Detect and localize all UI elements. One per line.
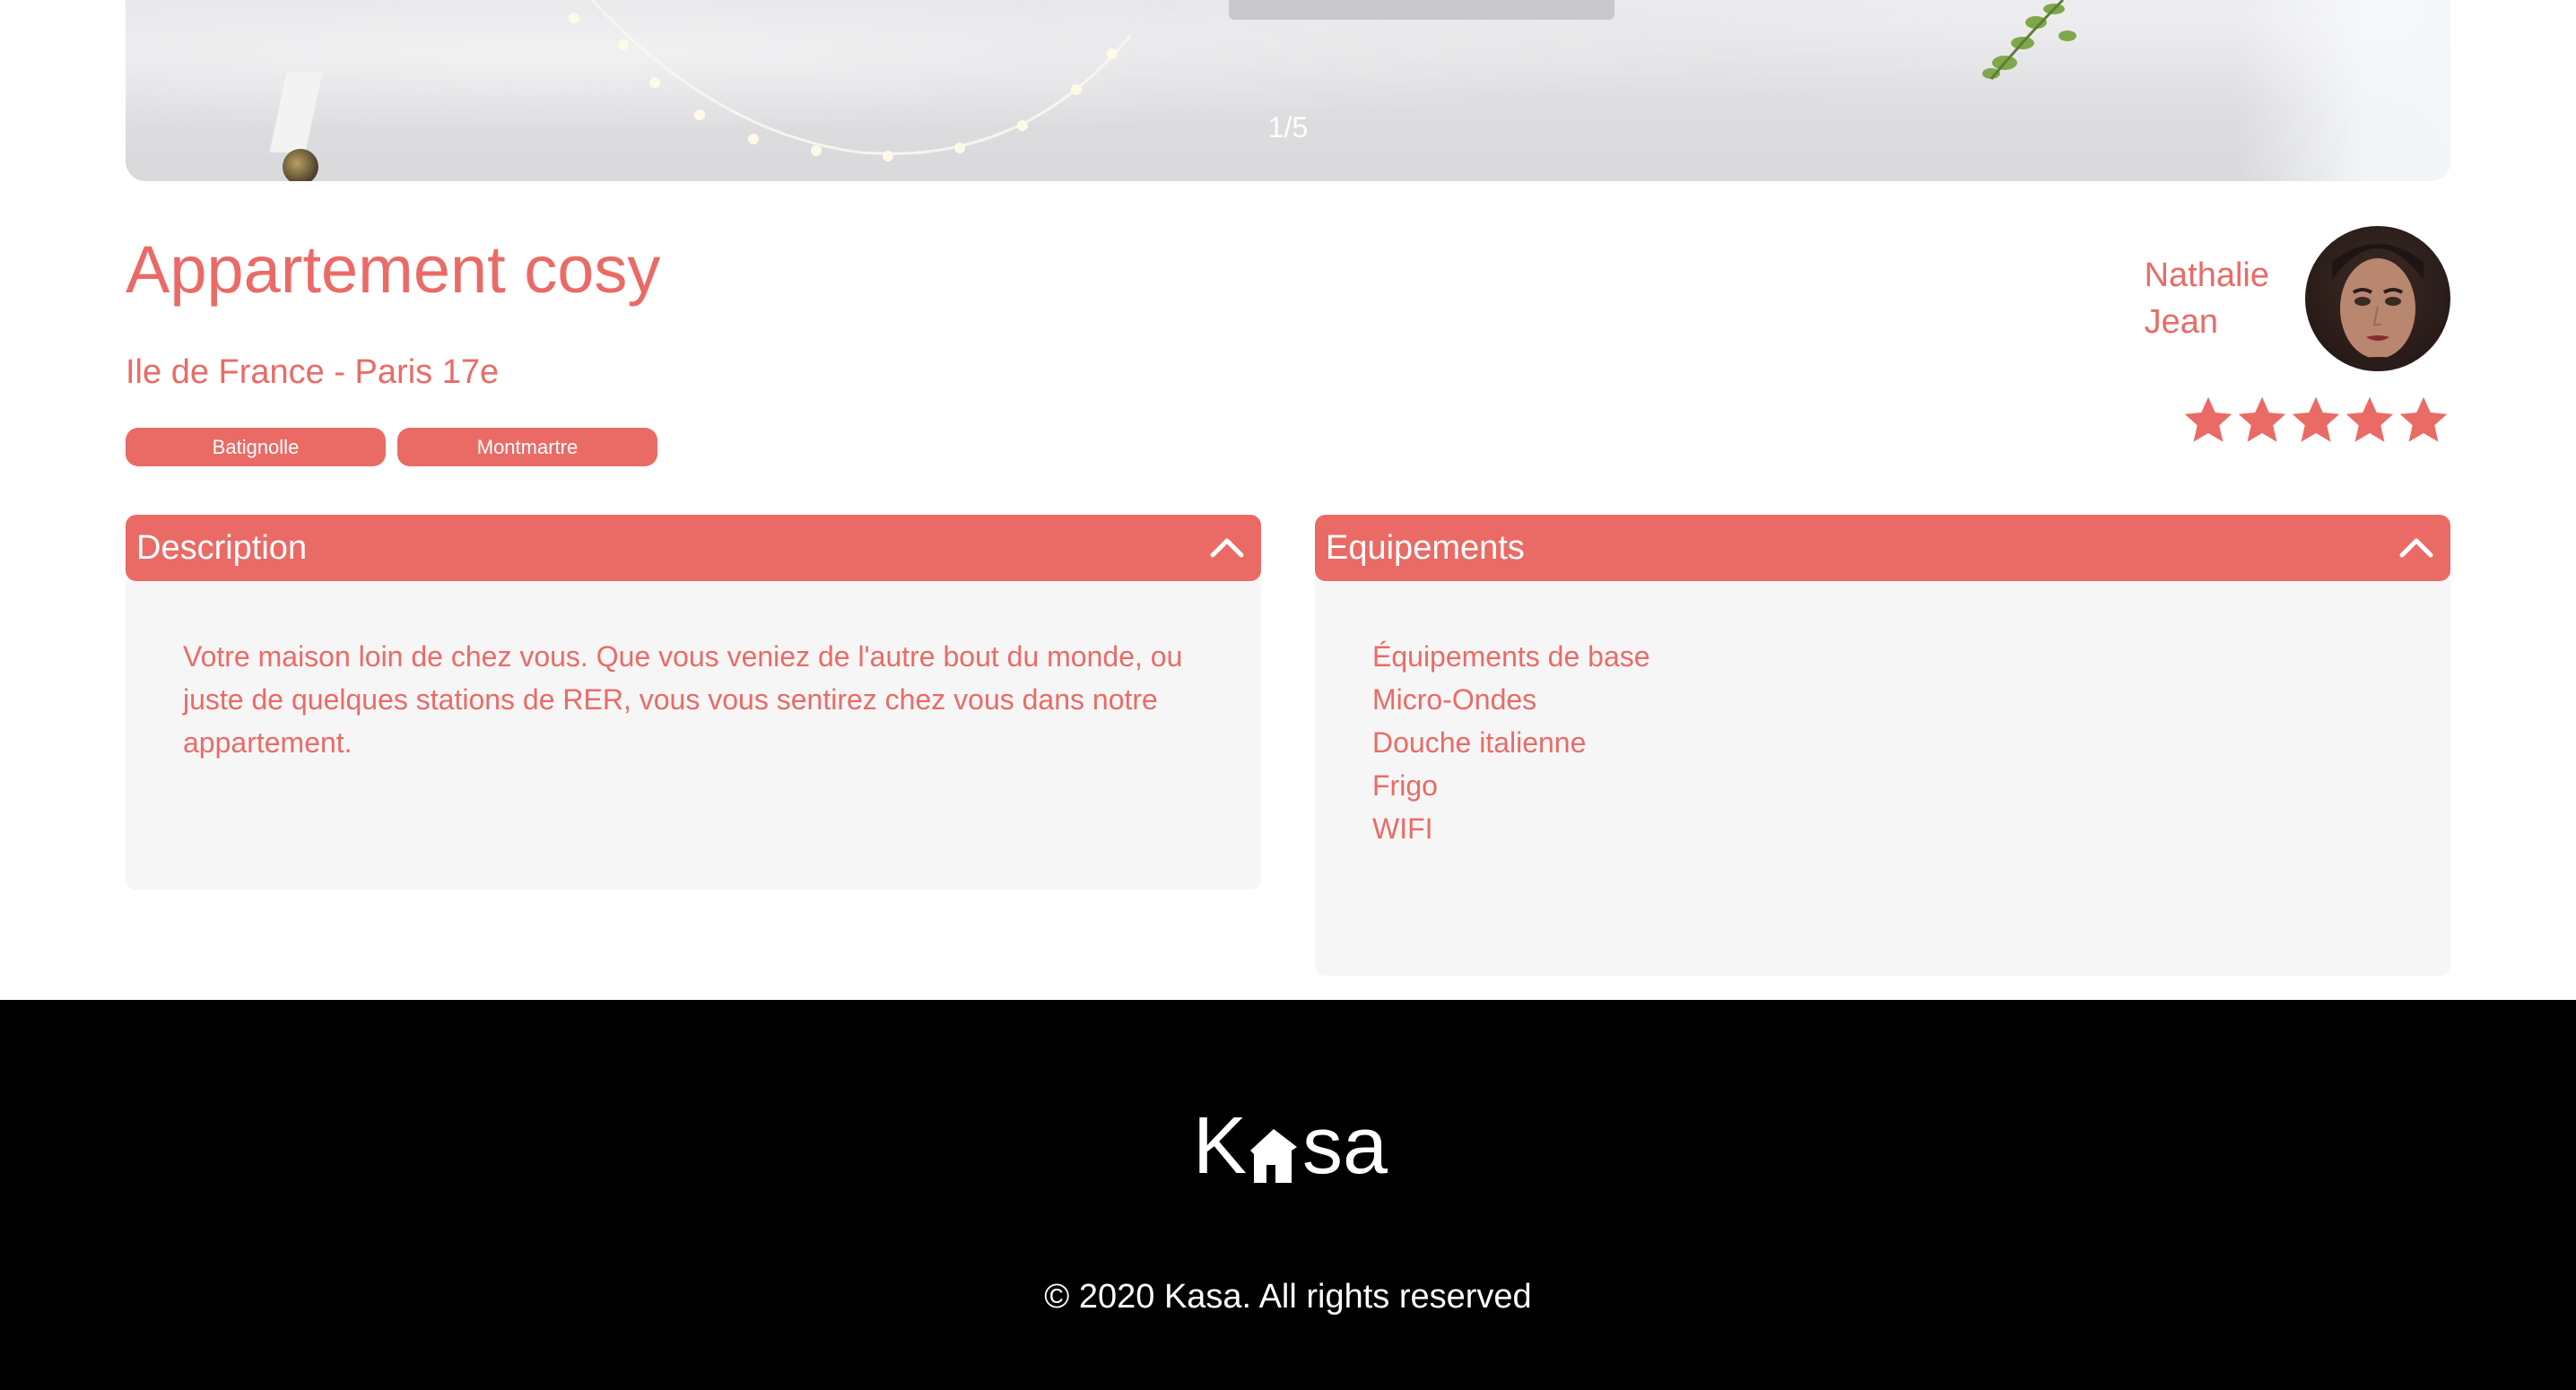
gallery-photo-window xyxy=(2235,0,2450,181)
host-name: Nathalie Jean xyxy=(2145,252,2269,345)
page: 1/5 Appartement cosy Ile de France - Par… xyxy=(0,0,2576,1390)
rating xyxy=(2181,392,2450,449)
equipments-toggle[interactable]: Equipements xyxy=(1315,515,2450,581)
description-collapse: Description Votre maison loin de chez vo… xyxy=(126,515,1261,890)
host-last-name: Jean xyxy=(2144,303,2218,341)
logo-letter-k: K xyxy=(1193,1101,1248,1191)
list-item: WIFI xyxy=(1372,812,1433,845)
star-icon xyxy=(2238,396,2286,442)
host-info: Nathalie Jean xyxy=(2145,226,2450,371)
star-icon xyxy=(2345,396,2394,442)
description-content: Votre maison loin de chez vous. Que vous… xyxy=(126,570,1261,890)
house-icon xyxy=(1250,1129,1298,1183)
star-icon xyxy=(2292,396,2340,442)
list-item: Frigo xyxy=(1372,769,1438,802)
chevron-up-icon[interactable] xyxy=(1202,523,1252,573)
gallery-counter: 1/5 xyxy=(1267,111,1309,143)
equipments-list: Équipements de base Micro-Ondes Douche i… xyxy=(1372,635,2393,850)
logo-letters: sa xyxy=(1302,1101,1388,1191)
tag: Montmartre xyxy=(397,428,657,466)
image-gallery[interactable]: 1/5 xyxy=(126,0,2450,181)
host-avatar xyxy=(2305,226,2450,371)
equipments-content: Équipements de base Micro-Ondes Douche i… xyxy=(1315,570,2450,976)
tag-list: Batignolle Montmartre xyxy=(126,428,657,466)
tag: Batignolle xyxy=(126,428,386,466)
description-title: Description xyxy=(136,528,308,567)
footer xyxy=(0,1000,2576,1390)
list-item: Équipements de base xyxy=(1372,640,1650,673)
star-icon xyxy=(2184,396,2232,442)
gallery-photo-decor xyxy=(569,0,2076,161)
description-text: Votre maison loin de chez vous. Que vous… xyxy=(183,640,1183,759)
list-item: Micro-Ondes xyxy=(1372,683,1537,716)
chevron-up-icon[interactable] xyxy=(2391,523,2441,573)
footer-copyright: © 2020 Kasa. All rights reserved xyxy=(1044,1278,1532,1316)
equipments-collapse: Equipements Équipements de base Micro-On… xyxy=(1315,515,2450,976)
equipments-title: Equipements xyxy=(1326,528,1525,567)
description-toggle[interactable]: Description xyxy=(126,515,1261,581)
footer-logo[interactable]: K sa xyxy=(1193,1106,1388,1186)
host-first-name: Nathalie xyxy=(2144,256,2269,294)
star-icon xyxy=(2399,396,2448,442)
list-item: Douche italienne xyxy=(1372,726,1587,759)
listing-location: Ile de France - Paris 17e xyxy=(126,353,500,391)
listing-title: Appartement cosy xyxy=(126,232,661,307)
